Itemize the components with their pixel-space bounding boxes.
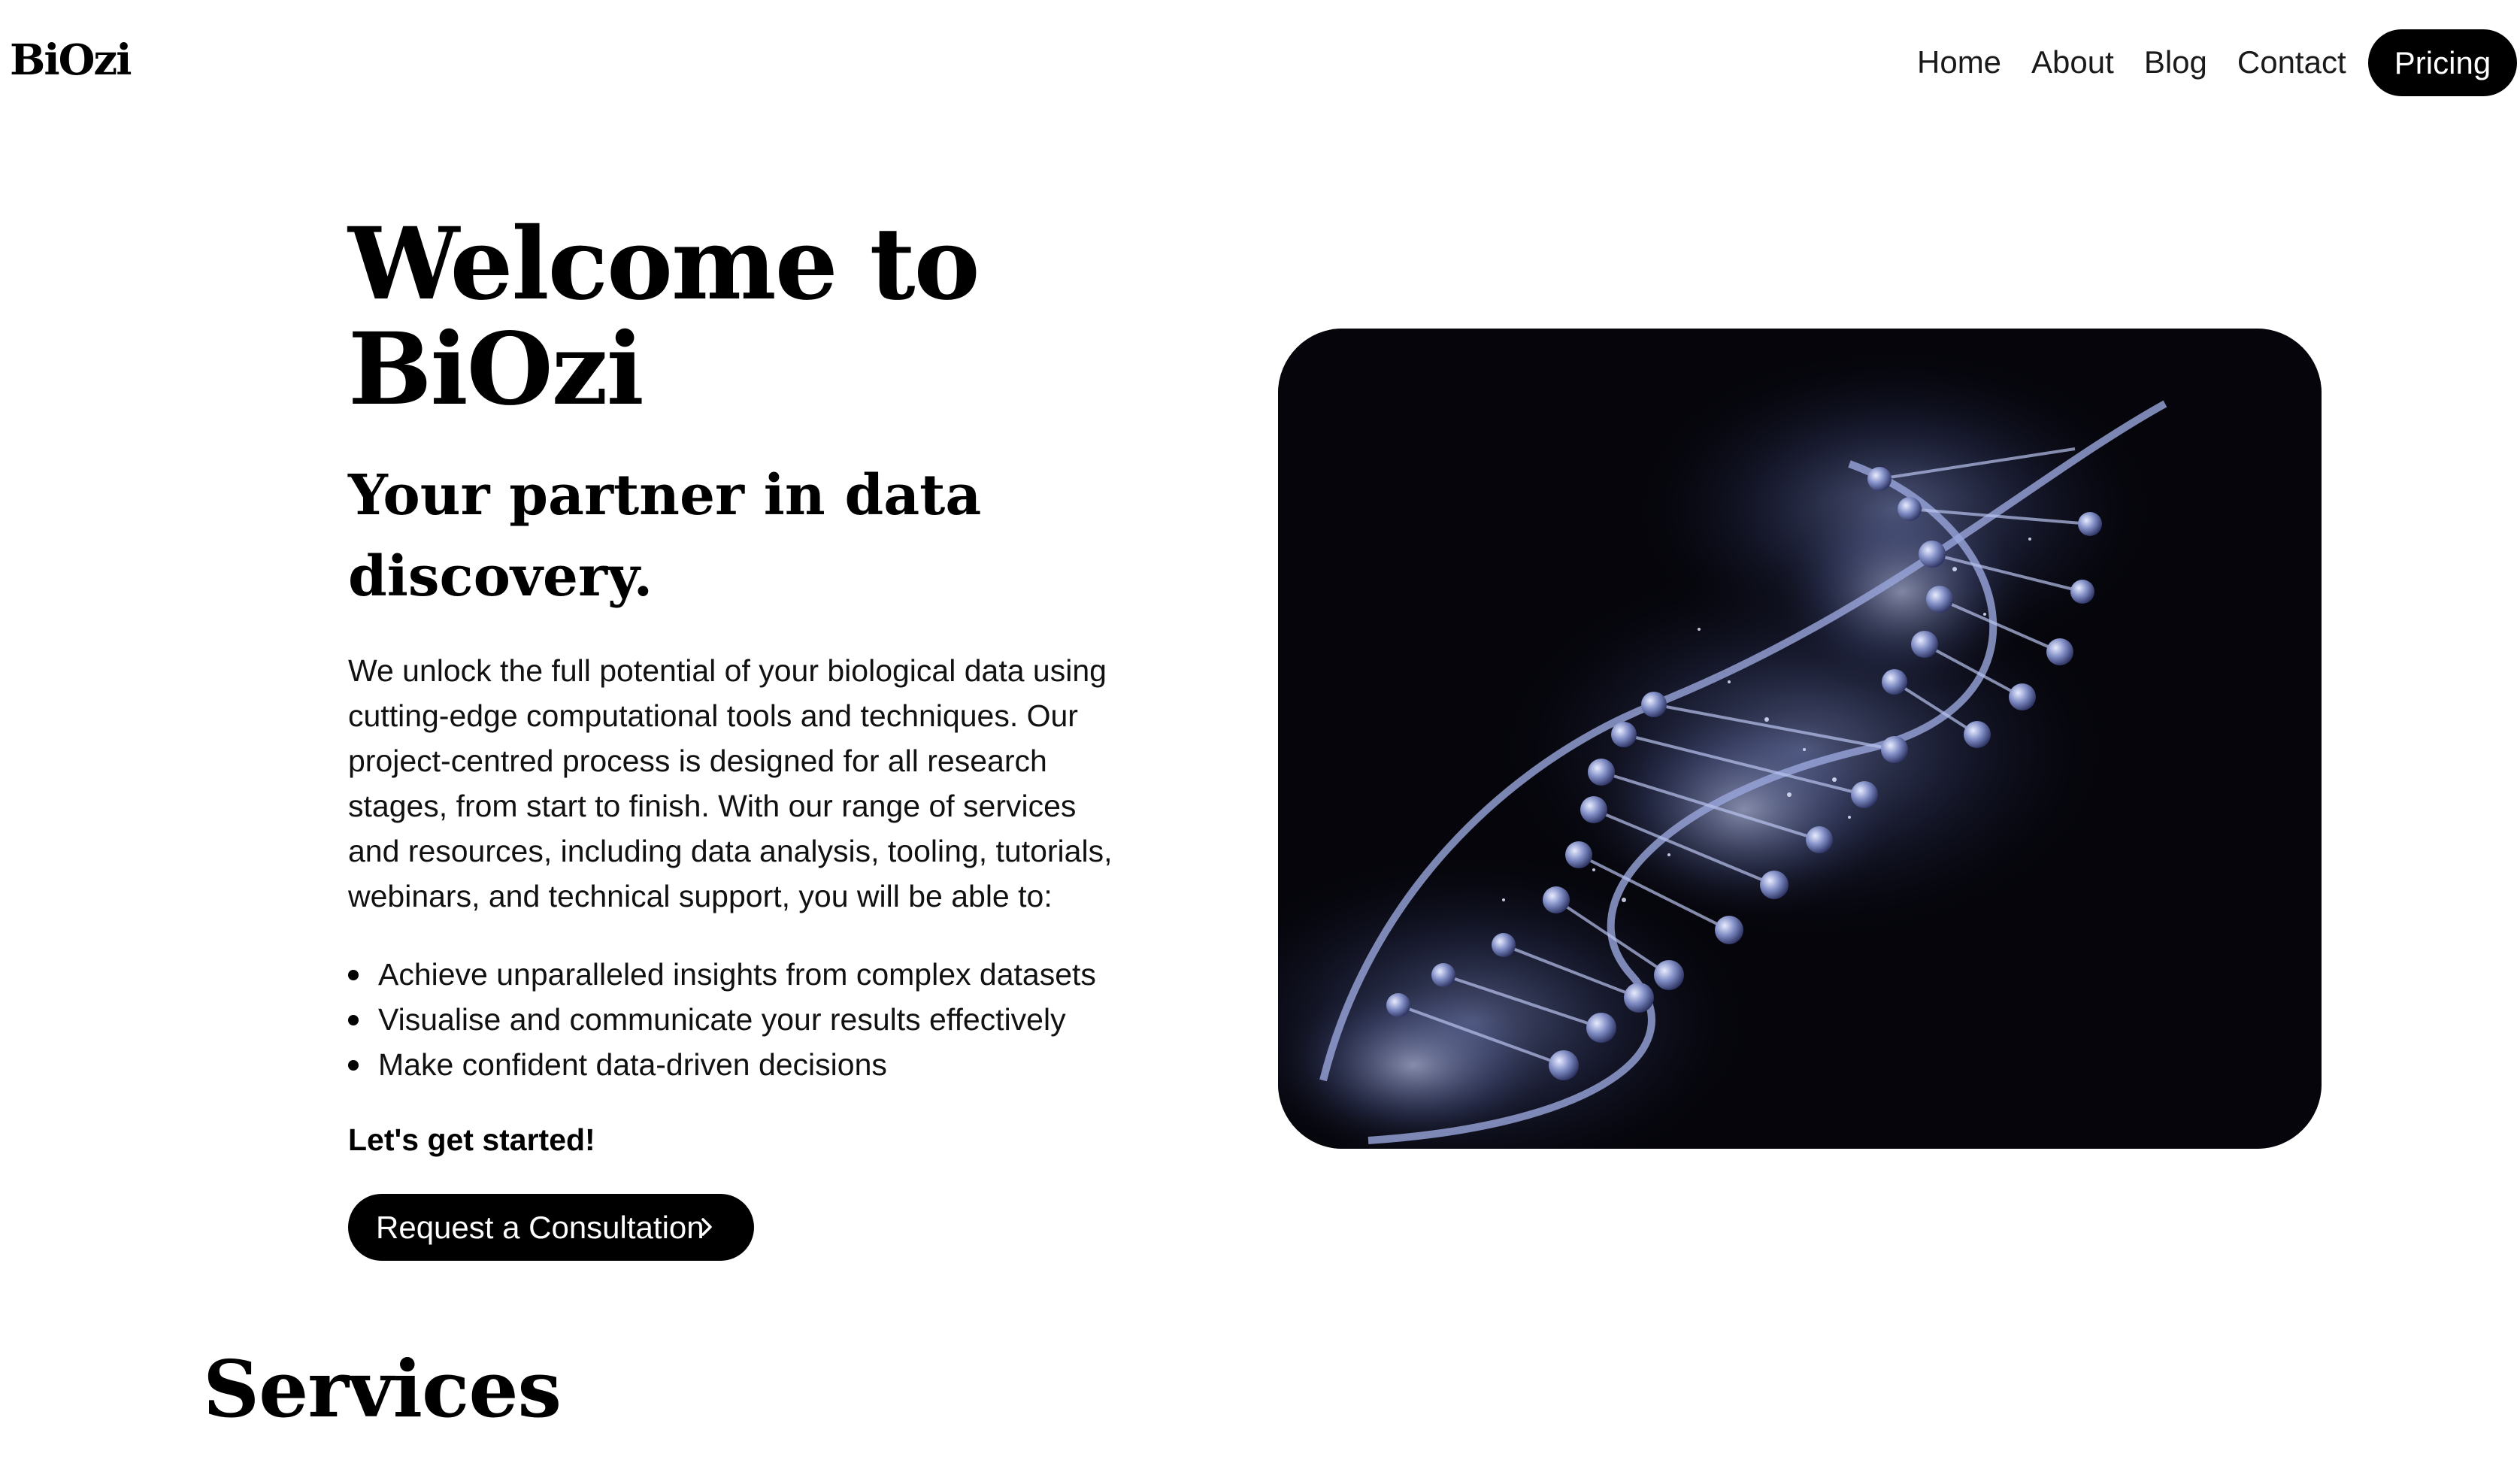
page: BiOzi Home About Blog Contact Pricing We…: [0, 0, 2520, 1457]
nav-about[interactable]: About: [2031, 44, 2114, 80]
pricing-button[interactable]: Pricing: [2368, 29, 2517, 96]
dna-helix-image: [1278, 329, 2322, 1149]
request-consultation-button[interactable]: Request a Consultation: [348, 1194, 754, 1261]
chevron-right-icon: [701, 1218, 712, 1236]
nav-contact[interactable]: Contact: [2237, 44, 2346, 80]
dna-helix-icon: [1278, 329, 2322, 1149]
list-item: Make confident data-driven decisions: [348, 1042, 1122, 1087]
cta-note: Let's get started!: [348, 1122, 595, 1157]
benefits-list: Achieve unparalleled insights from compl…: [348, 952, 1122, 1087]
list-item: Visualise and communicate your results e…: [348, 997, 1122, 1042]
hero-title: Welcome to BiOzi: [348, 206, 980, 428]
nav-blog[interactable]: Blog: [2144, 44, 2207, 80]
hero-subtitle: Your partner in data discovery.: [348, 463, 982, 609]
site-logo[interactable]: BiOzi: [10, 33, 132, 87]
services-heading: Services: [203, 1343, 562, 1435]
hero-description: We unlock the full potential of your bio…: [348, 653, 1113, 913]
list-item: Achieve unparalleled insights from compl…: [348, 952, 1122, 997]
main-nav: Home About Blog Contact: [1917, 41, 2346, 83]
request-consultation-label: Request a Consultation: [376, 1209, 704, 1245]
nav-home[interactable]: Home: [1917, 44, 2001, 80]
